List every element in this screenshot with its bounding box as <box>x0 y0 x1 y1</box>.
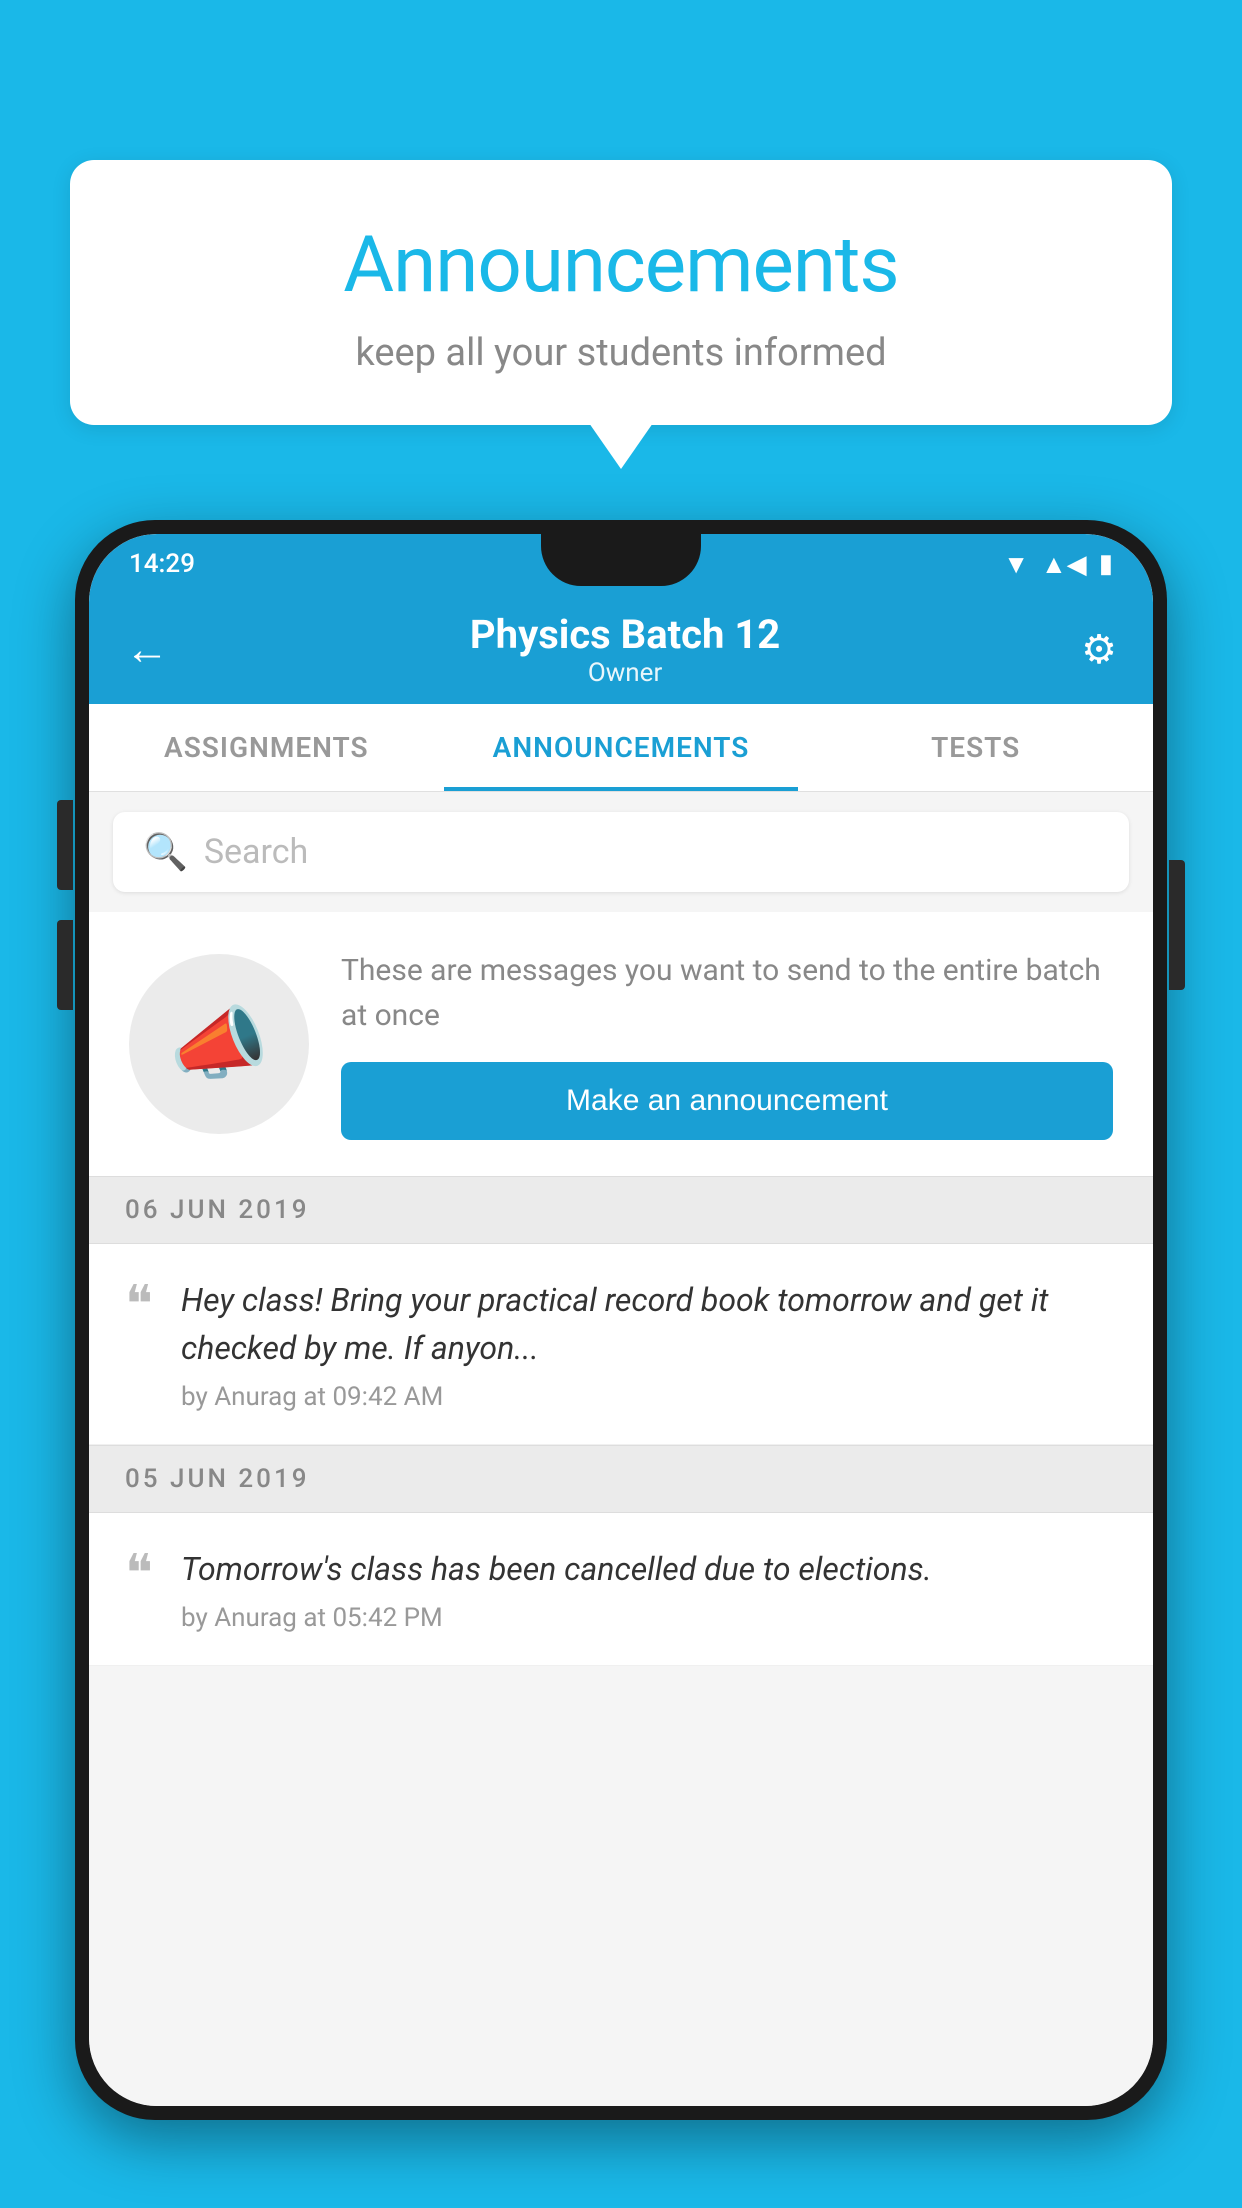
app-bar: ← Physics Batch 12 Owner ⚙ <box>89 594 1153 704</box>
phone-screen: 14:29 ▼ ▲◀ ▮ ← Physics Batch 12 Owner ⚙ <box>89 534 1153 2106</box>
status-icons: ▼ ▲◀ ▮ <box>1003 549 1113 580</box>
app-bar-center: Physics Batch 12 Owner <box>169 611 1081 688</box>
search-icon: 🔍 <box>143 831 188 873</box>
speech-bubble-section: Announcements keep all your students inf… <box>70 160 1172 425</box>
signal-icon: ▲◀ <box>1041 549 1087 580</box>
bubble-title: Announcements <box>130 220 1112 311</box>
phone-btn-power <box>1169 860 1185 990</box>
announcement-text-2: Tomorrow's class has been cancelled due … <box>181 1545 1117 1593</box>
announcement-meta-2: by Anurag at 05:42 PM <box>181 1603 1117 1633</box>
tab-assignments[interactable]: ASSIGNMENTS <box>89 704 444 791</box>
speech-bubble: Announcements keep all your students inf… <box>70 160 1172 425</box>
prompt-description: These are messages you want to send to t… <box>341 948 1113 1038</box>
phone-btn-vol-up <box>57 800 73 890</box>
date-separator-2: 05 JUN 2019 <box>89 1445 1153 1513</box>
search-placeholder: Search <box>204 832 308 872</box>
quote-icon-1: ❝ <box>125 1280 153 1332</box>
phone-btn-vol-down <box>57 920 73 1010</box>
announcement-content-1: Hey class! Bring your practical record b… <box>181 1276 1117 1412</box>
tab-announcements[interactable]: ANNOUNCEMENTS <box>444 704 799 791</box>
megaphone-circle: 📣 <box>129 954 309 1134</box>
prompt-right: These are messages you want to send to t… <box>341 948 1113 1140</box>
content-area: 🔍 Search 📣 These are messages you want t… <box>89 792 1153 2106</box>
announcement-prompt: 📣 These are messages you want to send to… <box>89 912 1153 1176</box>
phone-outer: 14:29 ▼ ▲◀ ▮ ← Physics Batch 12 Owner ⚙ <box>75 520 1167 2120</box>
wifi-icon: ▼ <box>1003 549 1029 580</box>
app-bar-subtitle: Owner <box>169 658 1081 688</box>
announcement-meta-1: by Anurag at 09:42 AM <box>181 1382 1117 1412</box>
status-time: 14:29 <box>129 549 195 579</box>
announcement-item-2[interactable]: ❝ Tomorrow's class has been cancelled du… <box>89 1513 1153 1666</box>
app-bar-title: Physics Batch 12 <box>169 611 1081 658</box>
date-separator-1: 06 JUN 2019 <box>89 1176 1153 1244</box>
announcement-content-2: Tomorrow's class has been cancelled due … <box>181 1545 1117 1633</box>
phone-notch <box>541 534 701 586</box>
phone-wrapper: 14:29 ▼ ▲◀ ▮ ← Physics Batch 12 Owner ⚙ <box>75 520 1167 2208</box>
megaphone-icon: 📣 <box>169 997 269 1091</box>
search-bar[interactable]: 🔍 Search <box>113 812 1129 892</box>
back-button[interactable]: ← <box>125 623 169 675</box>
make-announcement-button[interactable]: Make an announcement <box>341 1062 1113 1140</box>
battery-icon: ▮ <box>1099 549 1113 579</box>
quote-icon-2: ❝ <box>125 1549 153 1601</box>
announcement-item-1[interactable]: ❝ Hey class! Bring your practical record… <box>89 1244 1153 1445</box>
bubble-subtitle: keep all your students informed <box>130 331 1112 375</box>
announcement-text-1: Hey class! Bring your practical record b… <box>181 1276 1117 1372</box>
tabs-bar: ASSIGNMENTS ANNOUNCEMENTS TESTS <box>89 704 1153 792</box>
gear-icon[interactable]: ⚙ <box>1081 626 1117 673</box>
tab-tests[interactable]: TESTS <box>798 704 1153 791</box>
